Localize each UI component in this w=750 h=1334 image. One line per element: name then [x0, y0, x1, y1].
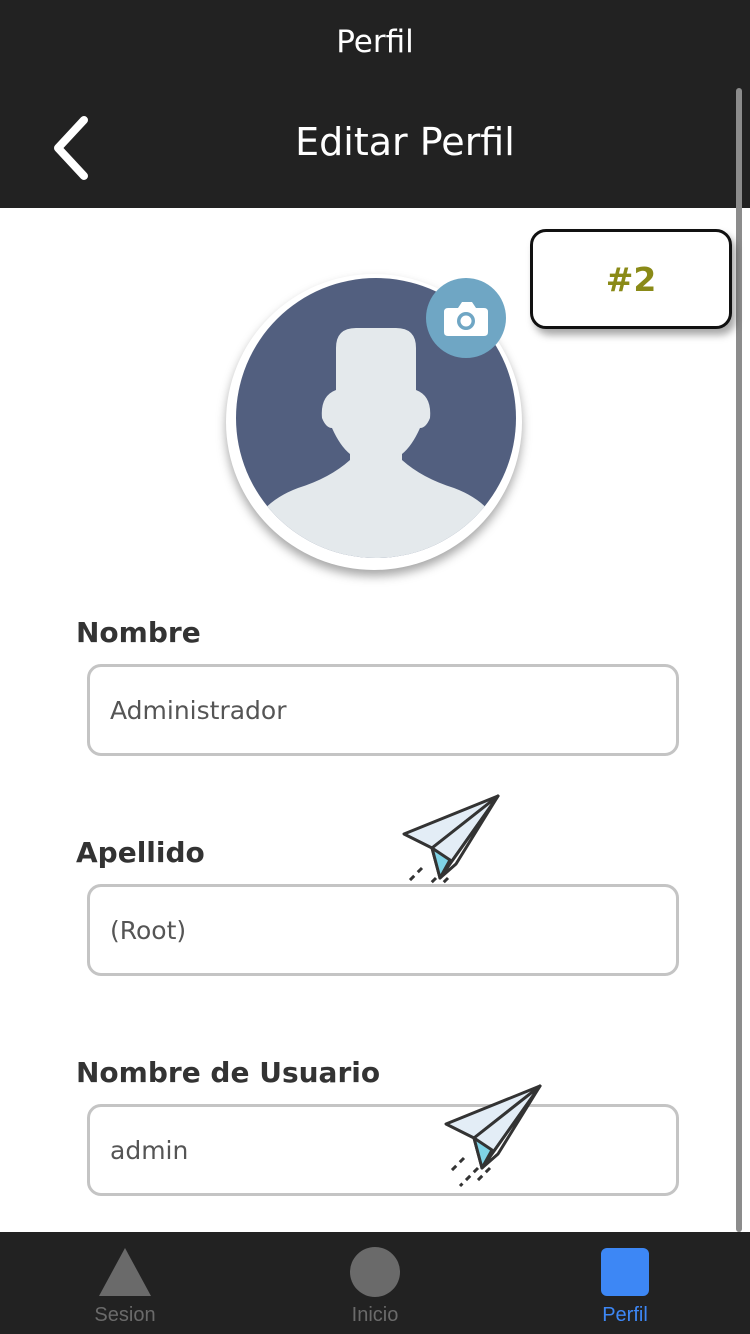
scrollbar[interactable]: [736, 88, 742, 1232]
camera-icon: [444, 302, 488, 336]
tab-perfil[interactable]: Perfil: [500, 1232, 750, 1334]
tab-label: Perfil: [602, 1304, 648, 1326]
square-icon: [601, 1248, 649, 1296]
tab-sesion[interactable]: Sesion: [0, 1232, 250, 1334]
circle-icon: [350, 1247, 400, 1297]
usuario-field[interactable]: admin: [87, 1104, 679, 1196]
page-title: Editar Perfil: [295, 120, 515, 164]
step-badge: #2: [530, 229, 732, 329]
status-bar: Perfil: [0, 0, 750, 88]
tab-inicio[interactable]: Inicio: [250, 1232, 500, 1334]
nombre-field[interactable]: Administrador: [87, 664, 679, 756]
paper-plane-icon: [444, 1084, 542, 1188]
apellido-label: Apellido: [76, 836, 205, 869]
apellido-field[interactable]: (Root): [87, 884, 679, 976]
change-photo-button[interactable]: [426, 278, 506, 358]
navigation-bar: Editar Perfil: [0, 88, 750, 208]
paper-plane-icon: [402, 794, 500, 898]
tab-bar: Sesion Inicio Perfil: [0, 1232, 750, 1334]
tab-label: Inicio: [351, 1304, 399, 1326]
tab-label: Sesion: [94, 1304, 156, 1326]
usuario-label: Nombre de Usuario: [76, 1056, 381, 1089]
edit-profile-form: #2 Nombre Administrador Apellido (Root) …: [0, 208, 736, 1232]
status-bar-title: Perfil: [336, 24, 414, 60]
nombre-label: Nombre: [76, 616, 201, 649]
triangle-icon: [99, 1248, 151, 1296]
